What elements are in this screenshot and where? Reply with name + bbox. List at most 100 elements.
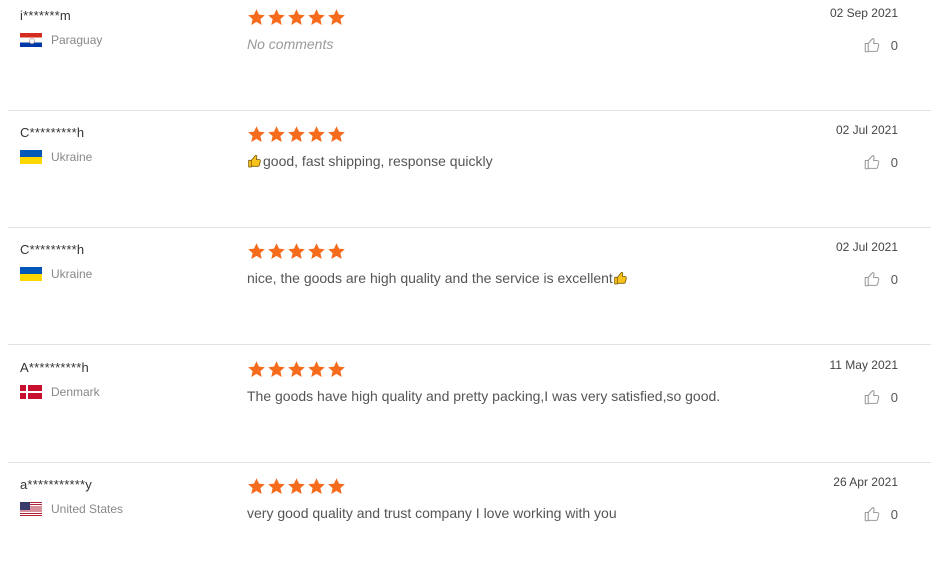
reviewer-country: Ukraine bbox=[51, 267, 93, 281]
reviewer-country: United States bbox=[51, 502, 124, 516]
star-icon bbox=[307, 242, 326, 261]
reviewer-info: C*********h Ukraine bbox=[20, 125, 240, 164]
review-comment: good, fast shipping, response quickly bbox=[263, 153, 493, 169]
star-icon bbox=[327, 8, 346, 27]
review-comment-line: nice, the goods are high quality and the… bbox=[247, 269, 767, 287]
star-icon bbox=[307, 125, 326, 144]
review-list: i*******m Paraguay No comments 02 Sep 20… bbox=[0, 0, 931, 575]
review-content: good, fast shipping, response quickly bbox=[247, 125, 767, 170]
thumbs-up-icon[interactable] bbox=[863, 36, 881, 54]
reviewer-country-line: Ukraine bbox=[20, 267, 240, 281]
thumbs-up-emoji-icon bbox=[247, 153, 263, 169]
review-meta: 11 May 2021 0 bbox=[778, 358, 899, 406]
star-icon bbox=[267, 477, 286, 496]
thumbs-up-icon[interactable] bbox=[863, 270, 881, 288]
review-meta: 02 Jul 2021 0 bbox=[778, 123, 898, 171]
star-icon bbox=[287, 8, 306, 27]
reviewer-country: Ukraine bbox=[51, 150, 93, 164]
star-icon bbox=[267, 8, 286, 27]
reviewer-info: A**********h Denmark bbox=[20, 360, 240, 399]
helpful-vote: 0 bbox=[778, 505, 898, 523]
review-date: 11 May 2021 bbox=[829, 358, 899, 372]
review-comment: nice, the goods are high quality and the… bbox=[247, 270, 613, 286]
like-count: 0 bbox=[890, 506, 898, 522]
star-icon bbox=[287, 477, 306, 496]
star-rating bbox=[247, 360, 767, 380]
denmark-flag-icon bbox=[20, 385, 42, 399]
reviewer-name: A**********h bbox=[20, 360, 89, 375]
star-rating bbox=[247, 125, 767, 145]
star-icon bbox=[307, 8, 326, 27]
star-icon bbox=[267, 242, 286, 261]
star-icon bbox=[327, 125, 346, 144]
thumbs-up-icon[interactable] bbox=[863, 505, 881, 523]
review-date: 02 Jul 2021 bbox=[835, 240, 898, 254]
review-item: i*******m Paraguay No comments 02 Sep 20… bbox=[8, 0, 931, 111]
thumbs-up-icon[interactable] bbox=[863, 388, 881, 406]
reviewer-info: a***********y United States bbox=[20, 477, 240, 516]
reviewer-name: C*********h bbox=[20, 242, 85, 257]
reviewer-country-line: United States bbox=[20, 502, 240, 516]
star-icon bbox=[247, 8, 266, 27]
like-count: 0 bbox=[890, 37, 898, 53]
star-icon bbox=[327, 360, 346, 379]
review-meta: 02 Sep 2021 0 bbox=[778, 6, 898, 54]
star-icon bbox=[267, 125, 286, 144]
reviewer-country-line: Ukraine bbox=[20, 150, 240, 164]
review-comment-line: good, fast shipping, response quickly bbox=[247, 152, 767, 170]
like-count: 0 bbox=[890, 154, 898, 170]
helpful-vote: 0 bbox=[778, 153, 898, 171]
review-item: C*********h Ukraine nice, the goods are … bbox=[8, 228, 931, 345]
reviewer-country: Denmark bbox=[51, 385, 100, 399]
paraguay-flag-icon bbox=[20, 33, 42, 47]
star-icon bbox=[287, 242, 306, 261]
star-icon bbox=[267, 360, 286, 379]
star-rating bbox=[247, 8, 767, 28]
review-item: a***********y United States very good qu… bbox=[8, 463, 931, 575]
reviewer-info: C*********h Ukraine bbox=[20, 242, 240, 281]
star-rating bbox=[247, 477, 767, 497]
ukraine-flag-icon bbox=[20, 267, 42, 281]
thumbs-up-emoji-icon bbox=[613, 270, 629, 286]
star-icon bbox=[327, 477, 346, 496]
reviewer-info: i*******m Paraguay bbox=[20, 8, 240, 47]
reviewer-country-line: Denmark bbox=[20, 385, 240, 399]
reviewer-name: C*********h bbox=[20, 125, 85, 140]
star-icon bbox=[307, 477, 326, 496]
us-flag-icon bbox=[20, 502, 42, 516]
helpful-vote: 0 bbox=[778, 270, 898, 288]
review-item: A**********h Denmark The goods have high… bbox=[8, 346, 931, 463]
review-date: 02 Jul 2021 bbox=[835, 123, 898, 137]
reviewer-country: Paraguay bbox=[51, 33, 103, 47]
star-icon bbox=[247, 477, 266, 496]
ukraine-flag-icon bbox=[20, 150, 42, 164]
reviewer-name: a***********y bbox=[20, 477, 92, 492]
review-content: very good quality and trust company I lo… bbox=[247, 477, 767, 522]
review-date: 26 Apr 2021 bbox=[833, 475, 898, 489]
reviewer-country-line: Paraguay bbox=[20, 33, 240, 47]
helpful-vote: 0 bbox=[778, 36, 898, 54]
review-comment: very good quality and trust company I lo… bbox=[247, 505, 617, 521]
review-date: 02 Sep 2021 bbox=[829, 6, 898, 20]
star-icon bbox=[247, 125, 266, 144]
thumbs-up-icon[interactable] bbox=[863, 153, 881, 171]
star-icon bbox=[247, 242, 266, 261]
review-content: The goods have high quality and pretty p… bbox=[247, 360, 767, 405]
review-item: C*********h Ukraine good, fast shipping,… bbox=[8, 111, 931, 228]
review-meta: 26 Apr 2021 0 bbox=[778, 475, 898, 523]
helpful-vote: 0 bbox=[778, 388, 898, 406]
review-comment: No comments bbox=[247, 36, 334, 52]
star-rating bbox=[247, 242, 767, 262]
star-icon bbox=[307, 360, 326, 379]
star-icon bbox=[327, 242, 346, 261]
star-icon bbox=[247, 360, 266, 379]
star-icon bbox=[287, 360, 306, 379]
review-meta: 02 Jul 2021 0 bbox=[778, 240, 898, 288]
like-count: 0 bbox=[890, 271, 898, 287]
review-content: No comments bbox=[247, 8, 767, 53]
like-count: 0 bbox=[890, 389, 898, 405]
review-content: nice, the goods are high quality and the… bbox=[247, 242, 767, 287]
reviewer-name: i*******m bbox=[20, 8, 71, 23]
review-comment: The goods have high quality and pretty p… bbox=[247, 388, 721, 404]
star-icon bbox=[287, 125, 306, 144]
